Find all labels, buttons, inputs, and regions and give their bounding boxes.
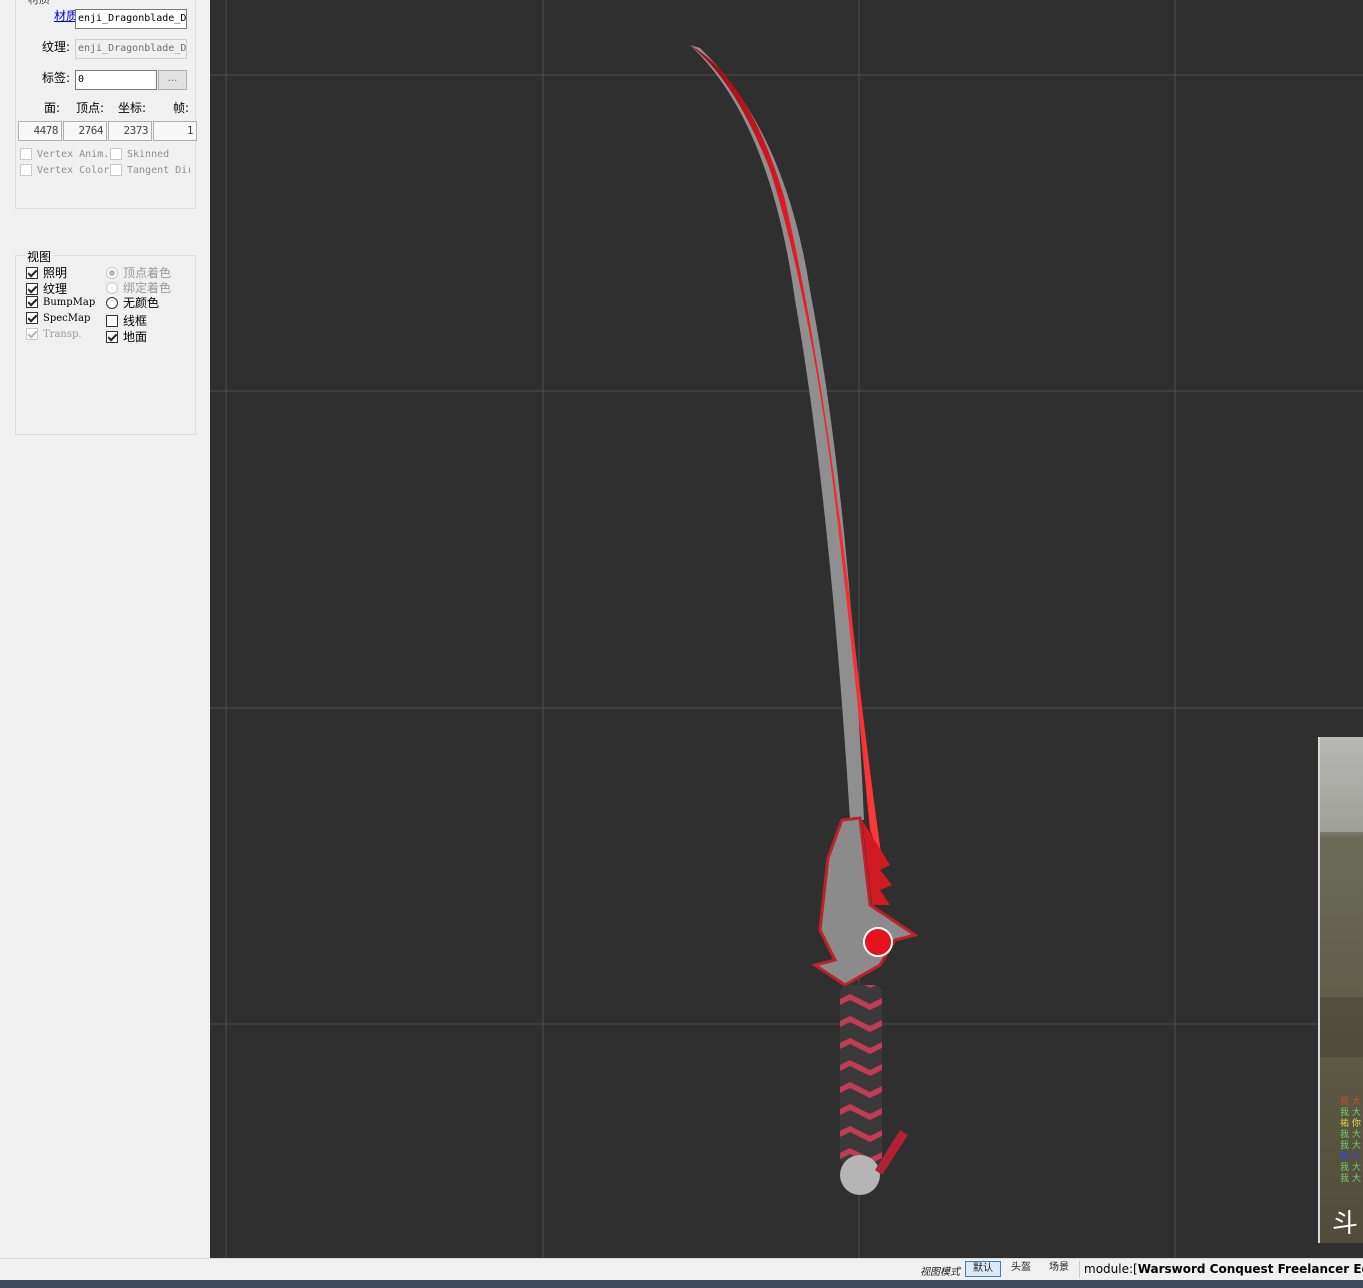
wireframe-checkbox[interactable]: 线框 [106, 312, 147, 329]
no-color-label: 无颜色 [123, 296, 160, 310]
log-line: 祐 你 [1340, 1119, 1361, 1129]
log-line: 我 大 [1340, 1130, 1361, 1140]
taskbar-edge [0, 1280, 1363, 1288]
bind-shading-dot [106, 281, 118, 294]
faces-label: 面: [44, 101, 61, 115]
thumbnail-caption: 斗 [1332, 1209, 1359, 1239]
no-color-dot[interactable] [106, 296, 118, 309]
material-field[interactable]: enji_Dragonblade_D [75, 9, 187, 29]
status-separator [1079, 1261, 1080, 1278]
log-line: 我 大 [1340, 1163, 1361, 1173]
coords-label: 坐标: [118, 101, 147, 115]
tangent-dir-label: Tangent Dir [127, 164, 190, 176]
view-group-title: 视图 [25, 248, 54, 265]
thumbnail-sky [1320, 737, 1363, 832]
grip [840, 985, 882, 1165]
tangent-dir-box [110, 164, 122, 176]
tag-label: 标签: [41, 71, 70, 85]
ground-box[interactable] [106, 330, 118, 343]
vertex-color-label: Vertex Color [37, 164, 110, 176]
bumpmap-checkbox[interactable]: BumpMap [26, 296, 95, 308]
vertices-label: 顶点: [76, 101, 105, 115]
pommel [840, 1155, 880, 1195]
grid-lines [210, 0, 1363, 1258]
coords-count: 2373 [108, 121, 152, 141]
view-options-group: 视图 照明 纹理 BumpMap SpecMap Transp. 顶点着色 绑定… [15, 248, 196, 435]
thumbnail-log: 我 大 我 大 祐 你 我 大 我 大 我 大 我 大 我 大 [1340, 1097, 1361, 1185]
lighting-checkbox[interactable]: 照明 [26, 264, 67, 281]
view-mode-label: 视图模式 [920, 1267, 960, 1278]
vertex-anim-checkbox: Vertex Anim. [20, 148, 109, 160]
lighting-label: 照明 [43, 266, 68, 280]
tangent-dir-checkbox: Tangent Dir [110, 164, 190, 176]
skinned-label: Skinned [127, 148, 170, 160]
log-line: 我 大 [1340, 1152, 1361, 1162]
specmap-checkbox[interactable]: SpecMap [26, 312, 90, 324]
mode-helmet-button[interactable]: 头盔 [1004, 1261, 1038, 1277]
log-line: 我 大 [1340, 1108, 1361, 1118]
3d-viewport[interactable]: 我 大 我 大 祐 你 我 大 我 大 我 大 我 大 我 大 斗 [210, 0, 1363, 1258]
transparency-box [26, 328, 38, 340]
frames-count: 1 [153, 121, 197, 141]
ground-checkbox[interactable]: 地面 [106, 328, 147, 345]
bumpmap-label: BumpMap [43, 296, 96, 308]
mode-default-button[interactable]: 默认 [965, 1261, 1001, 1277]
module-status: module:[Warsword Conquest Freelancer Edi… [1084, 1262, 1363, 1276]
texture-box[interactable] [26, 282, 38, 295]
vertex-color-checkbox: Vertex Color [20, 164, 109, 176]
vertex-color-box [20, 164, 32, 176]
viewport-canvas[interactable] [210, 0, 1363, 1258]
texture-toggle-label: 纹理 [43, 282, 68, 296]
specmap-label: SpecMap [43, 312, 91, 324]
mode-scene-button[interactable]: 场景 [1042, 1261, 1076, 1277]
ground-label: 地面 [123, 330, 148, 344]
log-line: 我 大 [1340, 1141, 1361, 1151]
vertex-anim-label: Vertex Anim. [37, 148, 110, 160]
log-line: 我 大 [1340, 1097, 1361, 1107]
wireframe-box[interactable] [106, 314, 118, 327]
preview-thumbnail: 我 大 我 大 祐 你 我 大 我 大 我 大 我 大 我 大 斗 [1318, 737, 1363, 1243]
mesh-properties-group: 材质 材质: enji_Dragonblade_D 纹理: enji_Drago… [15, 0, 197, 209]
wireframe-label: 线框 [123, 314, 148, 328]
texture-field: enji_Dragonblade_D [75, 39, 187, 59]
lighting-box[interactable] [26, 266, 38, 279]
module-name: Warsword Conquest Freelancer Editio [1137, 1262, 1363, 1276]
tag-browse-button[interactable]: ... [158, 70, 187, 90]
bumpmap-box[interactable] [26, 296, 38, 308]
left-panel: 材质 材质: enji_Dragonblade_D 纹理: enji_Drago… [0, 0, 210, 1258]
texture-checkbox[interactable]: 纹理 [26, 280, 67, 297]
transparency-label: Transp. [43, 328, 82, 340]
mesh-group-title: 材质 [26, 0, 52, 7]
vertex-anim-box [20, 148, 32, 160]
skinned-checkbox: Skinned [110, 148, 169, 160]
thumbnail-terrain [1320, 997, 1363, 1057]
skinned-box [110, 148, 122, 160]
frames-label: 帧: [173, 101, 190, 115]
status-bar: 视图模式 默认 头盔 场景 module:[Warsword Conquest … [0, 1258, 1363, 1280]
tag-field[interactable]: 0 [75, 70, 157, 90]
module-prefix: module:[ [1084, 1262, 1138, 1276]
no-color-radio[interactable]: 无颜色 [106, 294, 159, 311]
texture-label: 纹理: [41, 40, 70, 54]
transparency-checkbox: Transp. [26, 328, 82, 340]
guard-gem [863, 927, 893, 957]
blade-spine [690, 45, 864, 820]
vertex-shading-dot [106, 266, 118, 279]
sword-model [690, 45, 919, 1195]
specmap-box[interactable] [26, 312, 38, 324]
faces-count: 4478 [18, 121, 62, 141]
log-line: 我 大 [1340, 1174, 1361, 1184]
vertices-count: 2764 [63, 121, 107, 141]
